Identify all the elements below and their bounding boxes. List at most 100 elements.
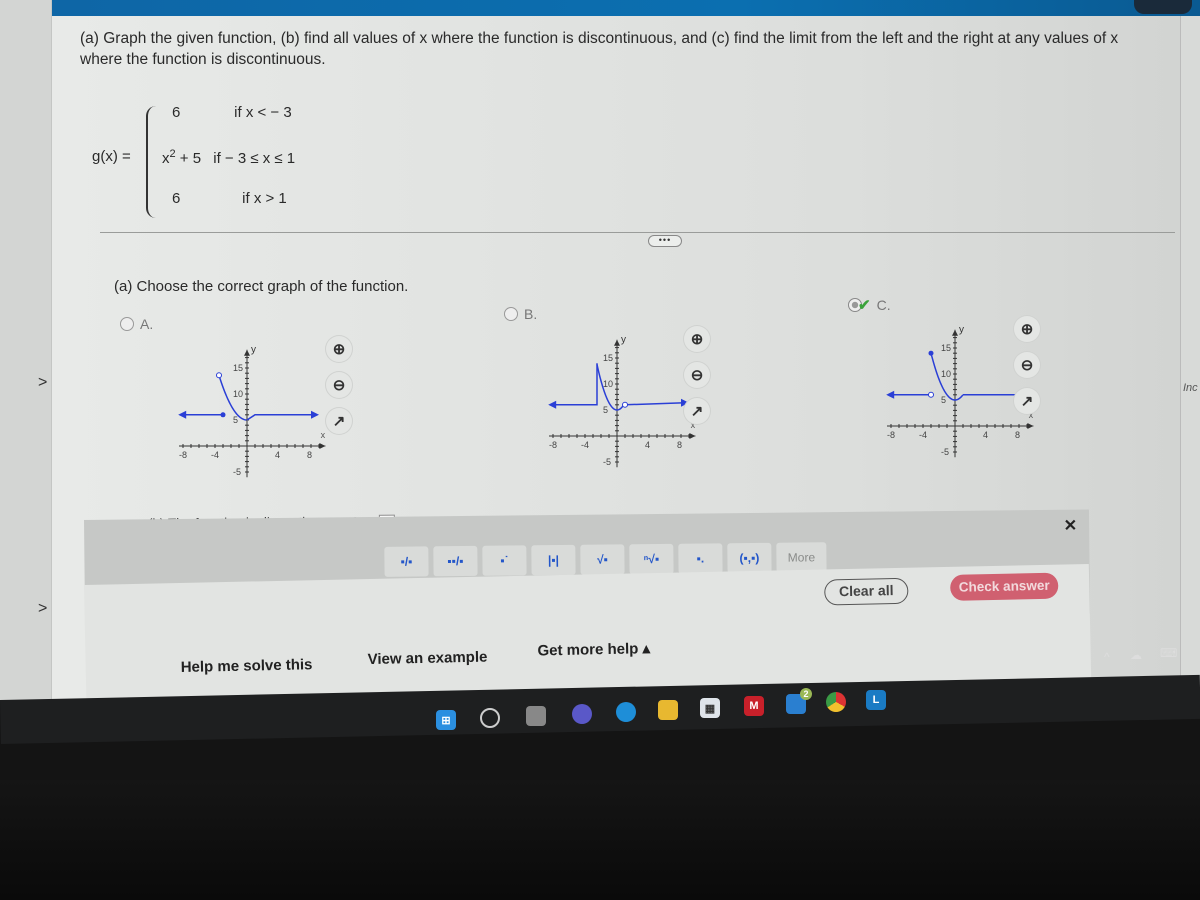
x-axis-arrow <box>689 433 696 439</box>
piece-row: 6 if x < − 3 <box>172 104 292 121</box>
graph-c-tools: ⊕ ⊖ ↗ <box>1014 316 1040 414</box>
open-new-window-icon[interactable]: ↗ <box>1014 388 1040 414</box>
open-new-window-icon[interactable]: ↗ <box>326 408 352 434</box>
y-tick-label: 5 <box>233 415 238 425</box>
piecewise-function: g(x) = 6 if x < − 3 x2 + 5 if − 3 ≤ x ≤ … <box>92 104 352 224</box>
right-arrowhead <box>311 410 319 419</box>
y-axis-arrow <box>614 339 620 346</box>
divider <box>100 232 1175 233</box>
open-point <box>928 391 934 398</box>
y-tick-label: 10 <box>603 379 613 389</box>
left-arrowhead <box>178 410 187 419</box>
edge-browser-icon[interactable] <box>616 702 636 722</box>
mail-icon[interactable]: 2 <box>786 688 812 714</box>
x-axis-arrow <box>319 443 326 449</box>
mixed-number-button[interactable]: ▪▪/▪ <box>433 545 478 577</box>
x-tick-label: 4 <box>275 450 280 460</box>
radio-option-b[interactable] <box>504 307 518 321</box>
zoom-in-icon[interactable]: ⊕ <box>684 326 710 352</box>
nth-root-button[interactable]: ⁿ√▪ <box>629 543 674 575</box>
x-tick-label: -4 <box>919 430 927 440</box>
subscript-button[interactable]: ▪. <box>678 543 723 574</box>
y-axis-label: y <box>251 344 256 355</box>
x-tick-label: 8 <box>1015 430 1020 440</box>
x-tick-label: 8 <box>307 450 312 460</box>
graph-curve <box>246 414 315 421</box>
windows-start-icon[interactable]: ⊞ <box>436 710 456 730</box>
graph-b-tools: ⊕ ⊖ ↗ <box>684 326 710 424</box>
right-side-panel <box>1180 16 1200 736</box>
x-tick-label: 4 <box>645 440 650 450</box>
absolute-value-button[interactable]: |▪| <box>531 544 576 576</box>
mail-badge: 2 <box>800 688 812 700</box>
view-example-link[interactable]: View an example <box>367 649 487 669</box>
y-tick-label: 15 <box>603 353 613 363</box>
option-b[interactable]: B. <box>504 306 537 322</box>
expand-more-button[interactable]: ••• <box>648 235 682 247</box>
x-tick-label: -8 <box>549 440 557 450</box>
exponent-button[interactable]: ▪˙ <box>482 545 527 576</box>
x-tick-label: -4 <box>581 440 589 450</box>
ordered-pair-button[interactable]: (▪,▪) <box>727 542 772 574</box>
task-view-icon[interactable] <box>526 706 546 726</box>
y-tick-label: -5 <box>941 447 949 457</box>
laptop-bezel <box>0 780 1200 900</box>
question-prompt: (a) Graph the given function, (b) find a… <box>80 30 1119 68</box>
fraction-button[interactable]: ▪/▪ <box>384 546 429 577</box>
y-axis-arrow <box>244 349 250 356</box>
file-explorer-icon[interactable] <box>658 700 678 720</box>
y-tick-label: 5 <box>941 395 946 405</box>
more-button[interactable]: More <box>776 542 827 573</box>
open-new-window-icon[interactable]: ↗ <box>684 398 710 424</box>
open-point <box>216 372 222 379</box>
zoom-out-icon[interactable]: ⊖ <box>1014 352 1040 378</box>
y-tick-label: -5 <box>233 467 241 477</box>
zoom-out-icon[interactable]: ⊖ <box>326 372 352 398</box>
help-me-solve-link[interactable]: Help me solve this <box>181 656 313 676</box>
option-c[interactable]: ✔ C. <box>848 296 891 314</box>
y-tick-label: 10 <box>233 389 243 399</box>
radio-option-a[interactable] <box>120 317 134 331</box>
top-header-bar <box>52 0 1200 16</box>
keyboard-icon[interactable]: ⌨ <box>1160 646 1177 660</box>
chevron-right-icon[interactable]: > <box>38 374 47 392</box>
graph-right-ray <box>624 401 686 406</box>
microsoft-store-icon[interactable]: ▦ <box>700 698 720 718</box>
left-arrowhead <box>548 400 557 409</box>
y-axis-arrow <box>952 329 958 336</box>
open-point <box>622 401 628 408</box>
y-tick-label: 10 <box>941 369 951 379</box>
x-tick-label: 4 <box>983 430 988 440</box>
option-a[interactable]: A. <box>120 316 153 332</box>
header-menu-button[interactable] <box>1134 0 1192 14</box>
close-icon[interactable]: ✕ <box>1064 516 1078 536</box>
x-axis-label: x <box>321 430 326 440</box>
graph-left-ray <box>553 363 598 406</box>
x-tick-label: 8 <box>677 440 682 450</box>
zoom-in-icon[interactable]: ⊕ <box>326 336 352 362</box>
chrome-icon[interactable] <box>826 692 846 712</box>
zoom-in-icon[interactable]: ⊕ <box>1014 316 1040 342</box>
get-more-help-link[interactable]: Get more help ▴ <box>537 639 650 659</box>
clear-all-button[interactable]: Clear all <box>824 577 909 606</box>
y-axis-label: y <box>621 334 626 345</box>
tray-overflow-icon[interactable]: ^ <box>1104 650 1110 664</box>
launcher-icon[interactable]: L <box>866 690 886 710</box>
x-tick-label: -8 <box>887 430 895 440</box>
y-axis-label: y <box>959 324 964 335</box>
check-answer-button[interactable]: Check answer <box>949 572 1059 601</box>
onedrive-icon[interactable]: ☁ <box>1130 648 1142 662</box>
zoom-out-icon[interactable]: ⊖ <box>684 362 710 388</box>
closed-point <box>220 412 226 418</box>
y-tick-label: -5 <box>603 457 611 467</box>
x-axis-arrow <box>1027 423 1034 429</box>
square-root-button[interactable]: √▪ <box>580 544 625 575</box>
search-icon[interactable] <box>480 708 500 728</box>
x-tick-label: -8 <box>179 450 187 460</box>
left-sidebar-strip <box>0 0 52 740</box>
mcafee-icon[interactable]: M <box>744 696 764 716</box>
teams-chat-icon[interactable] <box>572 704 592 724</box>
x-tick-label: -4 <box>211 450 219 460</box>
chevron-right-icon[interactable]: > <box>38 600 47 618</box>
closed-point <box>928 350 934 356</box>
